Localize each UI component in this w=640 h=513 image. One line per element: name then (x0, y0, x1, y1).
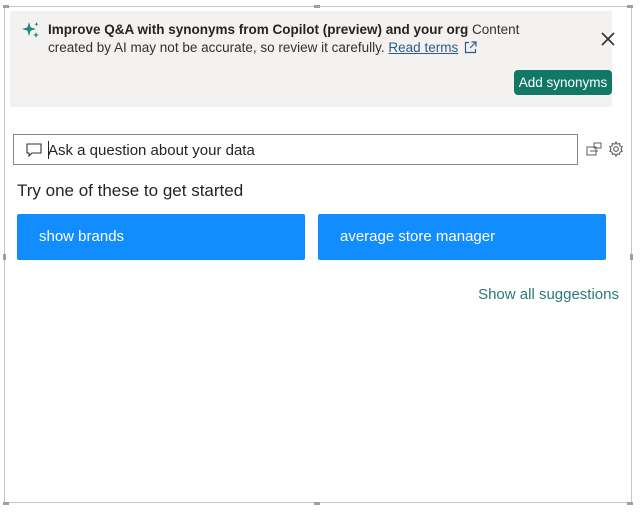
resize-handle-corner-bl[interactable] (3, 502, 9, 505)
read-terms-link[interactable]: Read terms (388, 40, 458, 55)
close-icon[interactable] (600, 31, 616, 47)
resize-handle-corner-tr[interactable] (627, 5, 633, 8)
gear-icon[interactable] (608, 141, 624, 157)
resize-handle-top[interactable] (314, 5, 320, 8)
question-input[interactable] (48, 138, 568, 162)
resize-handle-bottom[interactable] (314, 502, 320, 505)
resize-handle-corner-tl[interactable] (3, 5, 9, 8)
resize-handle-left[interactable] (3, 254, 6, 260)
show-all-suggestions-link[interactable]: Show all suggestions (478, 286, 619, 303)
resize-handle-right[interactable] (630, 254, 633, 260)
chat-icon (26, 143, 42, 157)
add-synonyms-button[interactable]: Add synonyms (514, 70, 612, 95)
copilot-sparkle-icon (22, 22, 39, 38)
external-link-icon[interactable] (464, 41, 477, 54)
question-input-box[interactable] (13, 134, 578, 165)
resize-handle-corner-br[interactable] (627, 502, 633, 505)
flow-icon[interactable] (586, 141, 602, 157)
banner-title: Improve Q&A with synonyms from Copilot (… (48, 22, 469, 37)
suggestion-show-brands[interactable]: show brands (17, 214, 305, 260)
suggestions-heading: Try one of these to get started (17, 181, 244, 200)
copilot-synonyms-banner: Improve Q&A with synonyms from Copilot (… (10, 11, 615, 107)
banner-message: Improve Q&A with synonyms from Copilot (… (48, 21, 568, 57)
suggestion-average-store-manager[interactable]: average store manager (318, 214, 606, 260)
